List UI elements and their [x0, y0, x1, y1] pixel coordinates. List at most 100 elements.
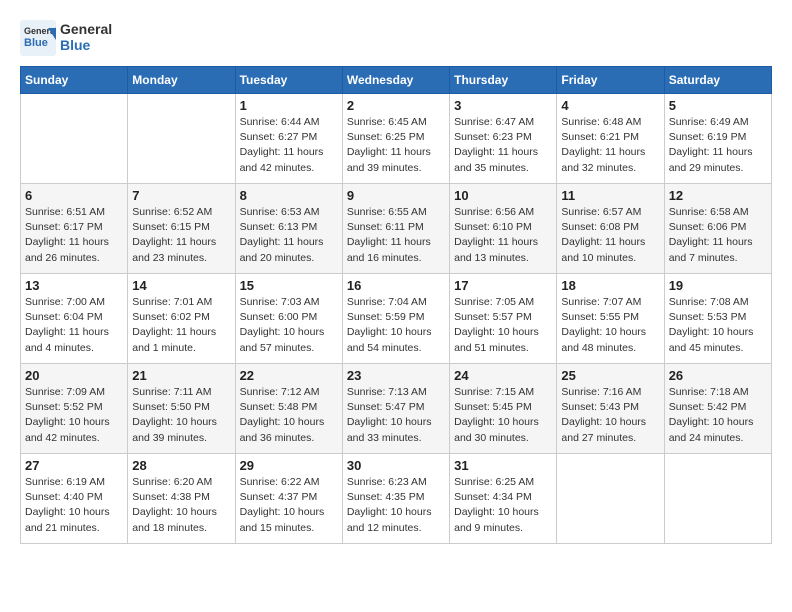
col-header-thursday: Thursday	[450, 67, 557, 94]
calendar-cell	[664, 454, 771, 544]
day-number: 25	[561, 368, 659, 383]
day-number: 6	[25, 188, 123, 203]
calendar-cell: 2Sunrise: 6:45 AM Sunset: 6:25 PM Daylig…	[342, 94, 449, 184]
day-info: Sunrise: 6:52 AM Sunset: 6:15 PM Dayligh…	[132, 205, 230, 266]
day-info: Sunrise: 7:09 AM Sunset: 5:52 PM Dayligh…	[25, 385, 123, 446]
day-info: Sunrise: 6:58 AM Sunset: 6:06 PM Dayligh…	[669, 205, 767, 266]
day-info: Sunrise: 6:56 AM Sunset: 6:10 PM Dayligh…	[454, 205, 552, 266]
day-number: 3	[454, 98, 552, 113]
calendar-week-3: 13 Sunrise: 7:00 AM Sunset: 6:04 PM Dayli…	[21, 274, 772, 364]
calendar-header-row: SundayMondayTuesdayWednesdayThursdayFrid…	[21, 67, 772, 94]
day-number: 20	[25, 368, 123, 383]
day-info: Sunrise: 6:23 AM Sunset: 4:35 PM Dayligh…	[347, 475, 445, 536]
day-number: 30	[347, 458, 445, 473]
col-header-sunday: Sunday	[21, 67, 128, 94]
calendar-cell: 10 Sunrise: 6:56 AM Sunset: 6:10 PM Dayli…	[450, 184, 557, 274]
logo-icon: General Blue	[20, 20, 56, 56]
calendar-week-4: 20 Sunrise: 7:09 AM Sunset: 5:52 PM Dayli…	[21, 364, 772, 454]
day-number: 22	[240, 368, 338, 383]
col-header-monday: Monday	[128, 67, 235, 94]
col-header-friday: Friday	[557, 67, 664, 94]
calendar-table: SundayMondayTuesdayWednesdayThursdayFrid…	[20, 66, 772, 544]
calendar-cell: 6 Sunrise: 6:51 AM Sunset: 6:17 PM Daylig…	[21, 184, 128, 274]
day-info: Sunrise: 7:05 AM Sunset: 5:57 PM Dayligh…	[454, 295, 552, 356]
day-info: Sunrise: 6:55 AM Sunset: 6:11 PM Dayligh…	[347, 205, 445, 266]
day-info: Sunrise: 7:07 AM Sunset: 5:55 PM Dayligh…	[561, 295, 659, 356]
day-info: Sunrise: 6:20 AM Sunset: 4:38 PM Dayligh…	[132, 475, 230, 536]
calendar-cell: 7Sunrise: 6:52 AM Sunset: 6:15 PM Daylig…	[128, 184, 235, 274]
day-number: 9	[347, 188, 445, 203]
calendar-cell: 18 Sunrise: 7:07 AM Sunset: 5:55 PM Dayli…	[557, 274, 664, 364]
day-number: 14	[132, 278, 230, 293]
day-number: 10	[454, 188, 552, 203]
header: General Blue General Blue	[20, 20, 772, 56]
day-number: 12	[669, 188, 767, 203]
day-number: 4	[561, 98, 659, 113]
day-number: 31	[454, 458, 552, 473]
day-number: 15	[240, 278, 338, 293]
day-number: 18	[561, 278, 659, 293]
calendar-cell: 15 Sunrise: 7:03 AM Sunset: 6:00 PM Dayli…	[235, 274, 342, 364]
day-info: Sunrise: 7:13 AM Sunset: 5:47 PM Dayligh…	[347, 385, 445, 446]
calendar-cell: 13 Sunrise: 7:00 AM Sunset: 6:04 PM Dayli…	[21, 274, 128, 364]
logo: General Blue General Blue	[20, 20, 112, 56]
day-info: Sunrise: 7:08 AM Sunset: 5:53 PM Dayligh…	[669, 295, 767, 356]
col-header-saturday: Saturday	[664, 67, 771, 94]
calendar-cell: 22 Sunrise: 7:12 AM Sunset: 5:48 PM Dayli…	[235, 364, 342, 454]
day-info: Sunrise: 7:15 AM Sunset: 5:45 PM Dayligh…	[454, 385, 552, 446]
calendar-cell: 16Sunrise: 7:04 AM Sunset: 5:59 PM Dayli…	[342, 274, 449, 364]
day-number: 29	[240, 458, 338, 473]
day-number: 27	[25, 458, 123, 473]
calendar-cell: 14Sunrise: 7:01 AM Sunset: 6:02 PM Dayli…	[128, 274, 235, 364]
calendar-cell: 3 Sunrise: 6:47 AM Sunset: 6:23 PM Daylig…	[450, 94, 557, 184]
calendar-cell: 20 Sunrise: 7:09 AM Sunset: 5:52 PM Dayli…	[21, 364, 128, 454]
day-info: Sunrise: 6:25 AM Sunset: 4:34 PM Dayligh…	[454, 475, 552, 536]
calendar-cell: 17 Sunrise: 7:05 AM Sunset: 5:57 PM Dayli…	[450, 274, 557, 364]
day-number: 1	[240, 98, 338, 113]
calendar-week-5: 27Sunrise: 6:19 AM Sunset: 4:40 PM Dayli…	[21, 454, 772, 544]
day-info: Sunrise: 6:48 AM Sunset: 6:21 PM Dayligh…	[561, 115, 659, 176]
calendar-cell: 29 Sunrise: 6:22 AM Sunset: 4:37 PM Dayli…	[235, 454, 342, 544]
calendar-cell: 12 Sunrise: 6:58 AM Sunset: 6:06 PM Dayli…	[664, 184, 771, 274]
calendar-cell: 27Sunrise: 6:19 AM Sunset: 4:40 PM Dayli…	[21, 454, 128, 544]
calendar-cell	[557, 454, 664, 544]
day-info: Sunrise: 7:18 AM Sunset: 5:42 PM Dayligh…	[669, 385, 767, 446]
calendar-cell: 8Sunrise: 6:53 AM Sunset: 6:13 PM Daylig…	[235, 184, 342, 274]
calendar-cell: 1 Sunrise: 6:44 AM Sunset: 6:27 PM Daylig…	[235, 94, 342, 184]
day-number: 24	[454, 368, 552, 383]
col-header-tuesday: Tuesday	[235, 67, 342, 94]
calendar-cell: 26 Sunrise: 7:18 AM Sunset: 5:42 PM Dayli…	[664, 364, 771, 454]
day-number: 21	[132, 368, 230, 383]
svg-text:Blue: Blue	[24, 37, 48, 49]
calendar-cell: 5 Sunrise: 6:49 AM Sunset: 6:19 PM Daylig…	[664, 94, 771, 184]
day-info: Sunrise: 6:47 AM Sunset: 6:23 PM Dayligh…	[454, 115, 552, 176]
day-number: 8	[240, 188, 338, 203]
day-info: Sunrise: 6:51 AM Sunset: 6:17 PM Dayligh…	[25, 205, 123, 266]
day-info: Sunrise: 7:03 AM Sunset: 6:00 PM Dayligh…	[240, 295, 338, 356]
day-info: Sunrise: 6:45 AM Sunset: 6:25 PM Dayligh…	[347, 115, 445, 176]
day-info: Sunrise: 7:00 AM Sunset: 6:04 PM Dayligh…	[25, 295, 123, 356]
day-info: Sunrise: 7:11 AM Sunset: 5:50 PM Dayligh…	[132, 385, 230, 446]
day-info: Sunrise: 7:16 AM Sunset: 5:43 PM Dayligh…	[561, 385, 659, 446]
calendar-cell	[128, 94, 235, 184]
day-number: 5	[669, 98, 767, 113]
day-info: Sunrise: 6:44 AM Sunset: 6:27 PM Dayligh…	[240, 115, 338, 176]
calendar-cell: 19 Sunrise: 7:08 AM Sunset: 5:53 PM Dayli…	[664, 274, 771, 364]
logo-general: General	[60, 21, 112, 37]
day-number: 13	[25, 278, 123, 293]
day-number: 17	[454, 278, 552, 293]
calendar-cell: 31 Sunrise: 6:25 AM Sunset: 4:34 PM Dayli…	[450, 454, 557, 544]
day-info: Sunrise: 6:57 AM Sunset: 6:08 PM Dayligh…	[561, 205, 659, 266]
day-number: 26	[669, 368, 767, 383]
col-header-wednesday: Wednesday	[342, 67, 449, 94]
day-info: Sunrise: 6:49 AM Sunset: 6:19 PM Dayligh…	[669, 115, 767, 176]
day-info: Sunrise: 7:04 AM Sunset: 5:59 PM Dayligh…	[347, 295, 445, 356]
day-info: Sunrise: 7:12 AM Sunset: 5:48 PM Dayligh…	[240, 385, 338, 446]
calendar-body: 1 Sunrise: 6:44 AM Sunset: 6:27 PM Daylig…	[21, 94, 772, 544]
calendar-cell: 30 Sunrise: 6:23 AM Sunset: 4:35 PM Dayli…	[342, 454, 449, 544]
day-info: Sunrise: 6:22 AM Sunset: 4:37 PM Dayligh…	[240, 475, 338, 536]
day-number: 11	[561, 188, 659, 203]
day-number: 19	[669, 278, 767, 293]
calendar-cell: 23Sunrise: 7:13 AM Sunset: 5:47 PM Dayli…	[342, 364, 449, 454]
logo-blue: Blue	[60, 37, 90, 53]
